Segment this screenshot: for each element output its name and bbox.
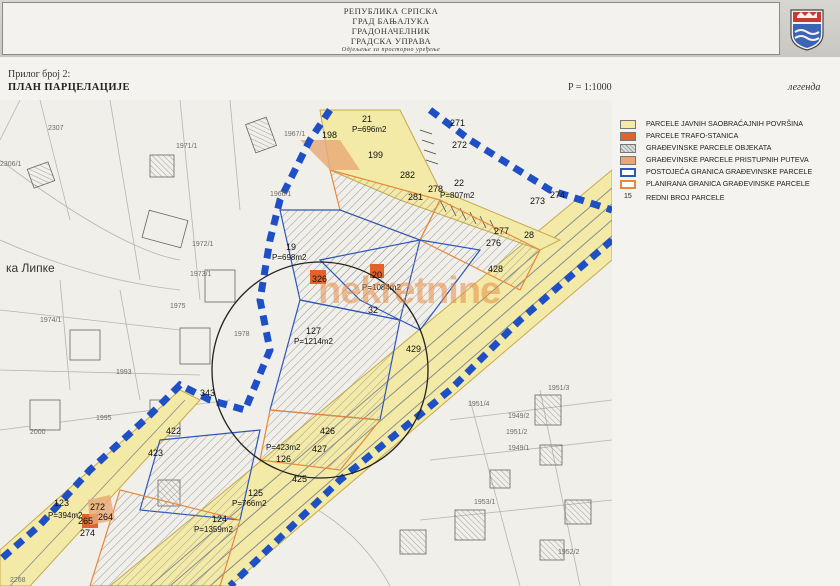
watermark-logo: nekretnine <box>318 270 501 312</box>
parcel-number: 28 <box>524 230 534 240</box>
legend-heading: легенда <box>788 82 821 93</box>
parcel-area: P=423m2 <box>266 443 301 452</box>
parcel-number: 272 <box>452 140 467 150</box>
parcel-area: P=1214m2 <box>294 337 333 346</box>
svg-text:1971/1: 1971/1 <box>176 143 198 150</box>
svg-text:1975: 1975 <box>170 303 186 310</box>
parcel-area: P=698m2 <box>272 253 307 262</box>
svg-text:1973/1: 1973/1 <box>190 271 212 278</box>
svg-text:1951/4: 1951/4 <box>468 401 490 408</box>
parcel-area: P=766m2 <box>232 499 267 508</box>
map-scale: P = 1:1000 <box>568 82 612 93</box>
parcel-number: 124 <box>212 514 227 524</box>
parcel-map: 21 199 198 271 272 273 274 22 278 281 28… <box>0 100 612 586</box>
attachment-label: Прилог број 2: <box>8 69 71 80</box>
parcel-number: 276 <box>486 238 501 248</box>
parcel-area: P=696m2 <box>352 125 387 134</box>
parcel-area: P=394m2 <box>48 511 83 520</box>
parcel-number: 277 <box>494 226 509 236</box>
svg-text:1972/1: 1972/1 <box>192 241 214 248</box>
header-line-city: ГРАД БАЊАЛУКА <box>352 16 430 26</box>
parcel-number: 272 <box>90 502 105 512</box>
street-name: ка Липке <box>6 261 55 275</box>
parcel-number: 19 <box>286 242 296 252</box>
institution-header: РЕПУБЛИКА СРПСКА ГРАД БАЊАЛУКА ГРАДОНАЧЕ… <box>2 2 780 55</box>
svg-text:2000: 2000 <box>30 429 46 436</box>
legend-swatch <box>620 156 636 165</box>
svg-text:1953/1: 1953/1 <box>474 499 496 506</box>
parcel-number: 123 <box>54 498 69 508</box>
svg-text:1949/1: 1949/1 <box>508 445 530 452</box>
legend-swatch <box>620 168 636 177</box>
parcel-number: 264 <box>98 512 113 522</box>
header-line-republic: РЕПУБЛИКА СРПСКА <box>343 6 439 16</box>
legend-swatch <box>620 180 636 189</box>
parcel-number: 282 <box>400 170 415 180</box>
parcel-number: 423 <box>148 448 163 458</box>
parcel-number: 425 <box>292 474 307 484</box>
map-legend: PARCELE JAVNIH SAOBRAĆAJNIH POVRŠINA PAR… <box>612 100 840 586</box>
svg-text:1951/2: 1951/2 <box>506 429 528 436</box>
header-line-administration: ГРАДСКА УПРАВА <box>350 36 432 46</box>
parcel-number: 273 <box>530 196 545 206</box>
parcel-number: 343 <box>200 388 215 398</box>
parcel-number: 422 <box>166 426 181 436</box>
svg-text:1952/2: 1952/2 <box>558 549 580 556</box>
parcel-number: 126 <box>276 454 291 464</box>
svg-text:2268: 2268 <box>10 577 26 584</box>
svg-text:1967/1: 1967/1 <box>284 131 306 138</box>
parcel-area: P=807m2 <box>440 191 475 200</box>
parcel-number: 125 <box>248 488 263 498</box>
legend-swatch <box>620 132 636 141</box>
header-line-mayor: ГРАДОНАЧЕЛНИК <box>351 26 431 36</box>
parcel-number: 274 <box>550 190 565 200</box>
parcel-number: 21 <box>362 114 372 124</box>
svg-text:2307: 2307 <box>48 125 64 132</box>
header-department: Одјељење за просторно уређење <box>341 47 441 53</box>
parcel-number: 22 <box>454 178 464 188</box>
city-crest-icon <box>790 9 824 51</box>
parcel-number: 198 <box>322 130 337 140</box>
svg-text:1974/1: 1974/1 <box>40 317 62 324</box>
parcel-number: 127 <box>306 326 321 336</box>
svg-text:1951/3: 1951/3 <box>548 385 570 392</box>
legend-swatch <box>620 120 636 129</box>
parcel-number: 427 <box>312 444 327 454</box>
parcel-number: 281 <box>408 192 423 202</box>
svg-text:1949/2: 1949/2 <box>508 413 530 420</box>
parcel-number: 271 <box>450 118 465 128</box>
parcel-area: P=1359m2 <box>194 525 233 534</box>
parcel-number: 199 <box>368 150 383 160</box>
svg-text:1995: 1995 <box>96 415 112 422</box>
map-canvas: 21 199 198 271 272 273 274 22 278 281 28… <box>0 100 612 586</box>
svg-text:1993: 1993 <box>116 369 132 376</box>
plan-title: ПЛАН ПАРЦЕЛАЦИЈЕ <box>8 82 130 93</box>
parcel-number: 426 <box>320 426 335 436</box>
parcel-number: 274 <box>80 528 95 538</box>
header-bar: РЕПУБЛИКА СРПСКА ГРАД БАЊАЛУКА ГРАДОНАЧЕ… <box>0 0 840 59</box>
legend-swatch <box>620 144 636 153</box>
parcel-number: 429 <box>406 344 421 354</box>
svg-text:1978: 1978 <box>234 331 250 338</box>
svg-text:2306/1: 2306/1 <box>0 161 22 168</box>
svg-text:1966/1: 1966/1 <box>270 191 292 198</box>
